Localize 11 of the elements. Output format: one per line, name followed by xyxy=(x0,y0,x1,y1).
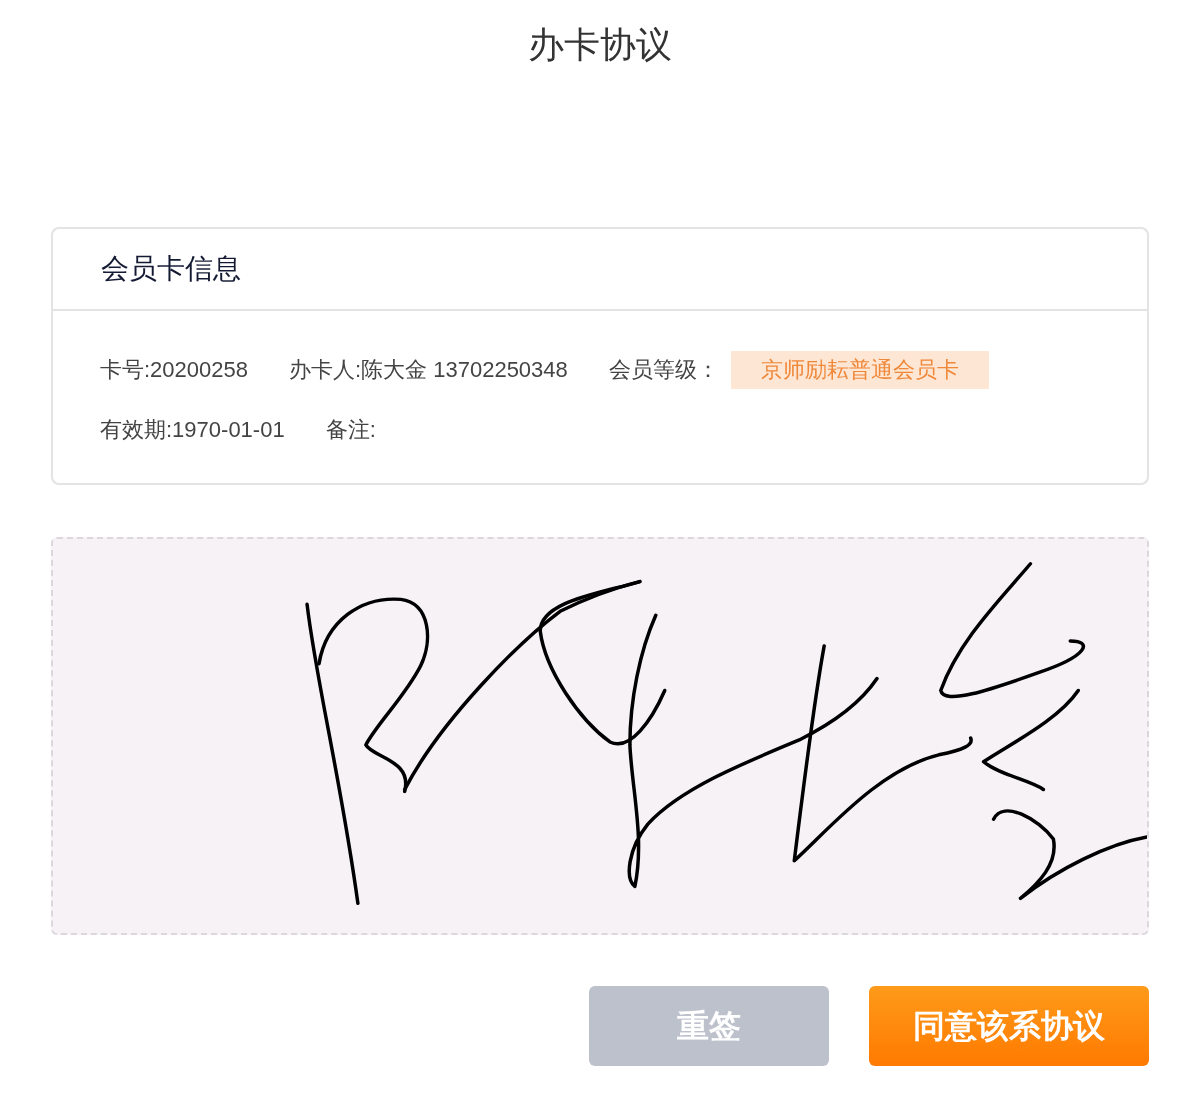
info-text: 备注: xyxy=(325,416,376,444)
info-text: 卡号:20200258 xyxy=(100,356,248,384)
membership-level-tag: 京师励耘普通会员卡 xyxy=(730,351,989,389)
info-text: 有效期:1970-01-01 xyxy=(100,416,285,444)
signature-pad[interactable] xyxy=(51,537,1149,935)
card-title: 会员卡信息 xyxy=(101,252,241,286)
page-title: 办卡协议 xyxy=(527,23,673,67)
field-label: 会员等级： xyxy=(608,356,719,384)
info-text: 办卡人:陈大金 13702250348 xyxy=(289,356,568,384)
agree-button[interactable]: 同意该系协议 xyxy=(869,986,1149,1066)
re-sign-button[interactable]: 重签 xyxy=(589,986,829,1066)
